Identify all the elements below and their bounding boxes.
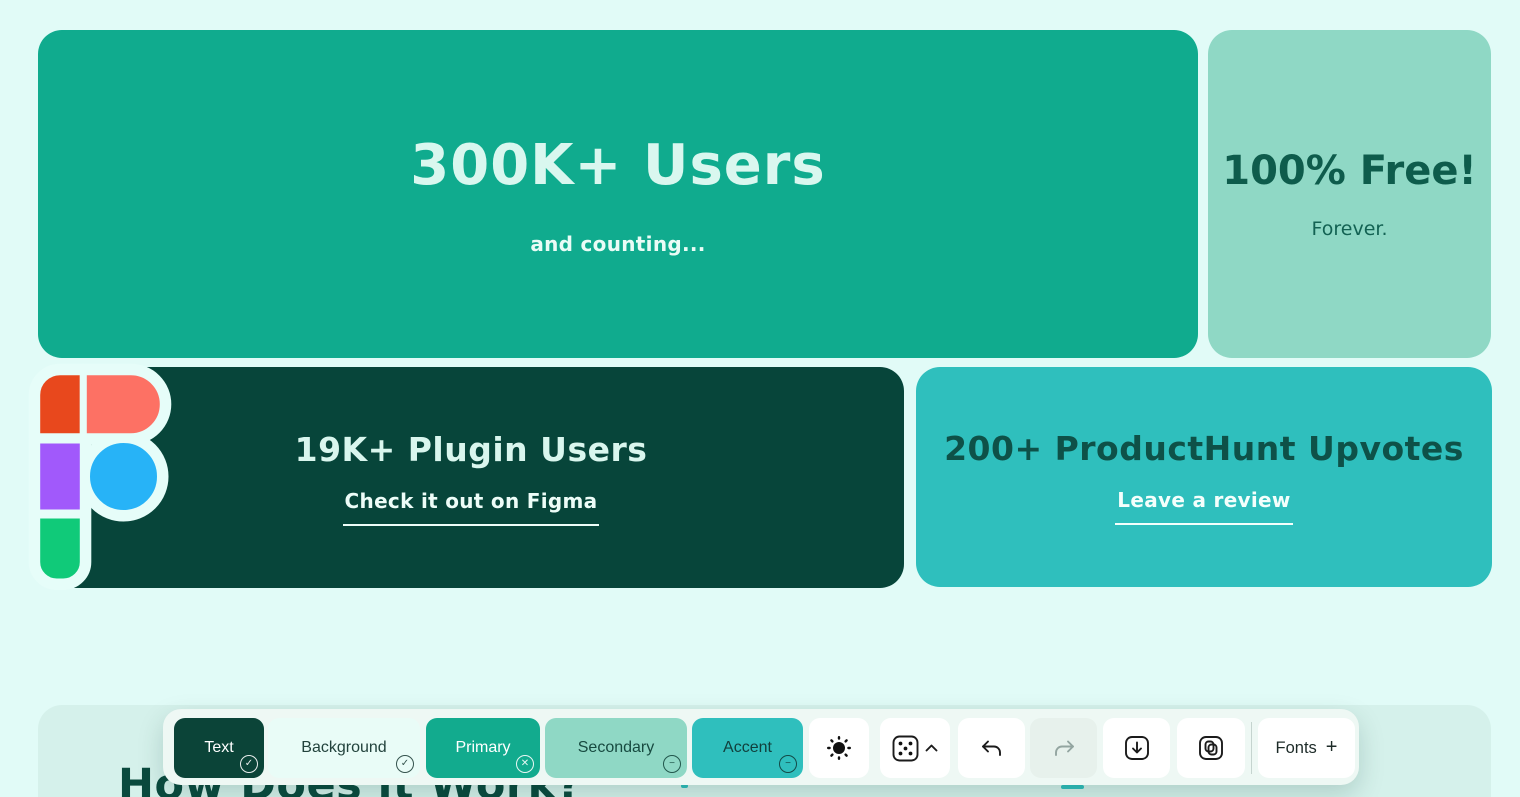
figma-purple-shape [37,440,84,513]
stat-card-users: 300K+ Users and counting... [38,30,1198,358]
free-title: 100% Free! [1222,148,1477,194]
export-button[interactable] [1103,718,1170,778]
text-color-label: Text [204,739,233,757]
fonts-button[interactable]: Fonts + [1258,718,1355,778]
primary-color-button[interactable]: Primary ✕ [426,718,540,778]
stat-card-free: 100% Free! Forever. [1208,30,1491,358]
x-circle-icon: ✕ [516,755,534,773]
secondary-color-button[interactable]: Secondary − [545,718,687,778]
background-color-button[interactable]: Background ✓ [268,718,420,778]
undo-button[interactable] [958,718,1025,778]
check-circle-icon: ✓ [396,755,414,773]
plugin-users-title: 19K+ Plugin Users [295,430,648,469]
toolbar-divider [1251,722,1252,774]
secondary-color-label: Secondary [578,739,655,757]
figma-green-shape [37,515,84,582]
background-color-label: Background [301,739,386,757]
dice-icon [892,735,919,762]
randomize-colors-button[interactable] [880,718,950,778]
stat-card-producthunt: 200+ ProductHunt Upvotes Leave a review [916,367,1492,587]
accent-color-label: Accent [723,739,772,757]
accent-color-button[interactable]: Accent − [692,718,803,778]
figma-salmon-shape [83,372,163,437]
primary-color-label: Primary [455,739,510,757]
users-count-title: 300K+ Users [410,133,825,198]
check-circle-icon: ✓ [240,755,258,773]
figma-orange-shape [37,372,84,437]
text-color-button[interactable]: Text ✓ [174,718,264,778]
redo-arrow-icon [1053,740,1075,757]
figma-logo-icon [30,362,190,598]
copy-link-button[interactable] [1177,718,1245,778]
fonts-label: Fonts [1276,739,1317,758]
undo-arrow-icon [981,740,1003,757]
realtime-colors-page: 300K+ Users and counting... 100% Free! F… [0,0,1520,797]
download-icon [1124,735,1150,761]
redo-button[interactable] [1030,718,1097,778]
leave-review-link[interactable]: Leave a review [1115,488,1292,525]
chevron-up-icon [925,744,938,752]
producthunt-title: 200+ ProductHunt Upvotes [944,429,1464,468]
content-peek-dash [1061,785,1084,789]
free-subtitle: Forever. [1312,218,1388,240]
figma-blue-circle [87,440,161,514]
minus-circle-icon: − [663,755,681,773]
theme-brightness-button[interactable] [809,718,869,778]
users-count-subtitle: and counting... [530,232,705,256]
copy-icon [1198,735,1224,761]
figma-plugin-link[interactable]: Check it out on Figma [343,489,600,526]
sun-icon [826,735,852,761]
plus-icon: + [1326,736,1338,759]
minus-circle-icon: − [779,755,797,773]
